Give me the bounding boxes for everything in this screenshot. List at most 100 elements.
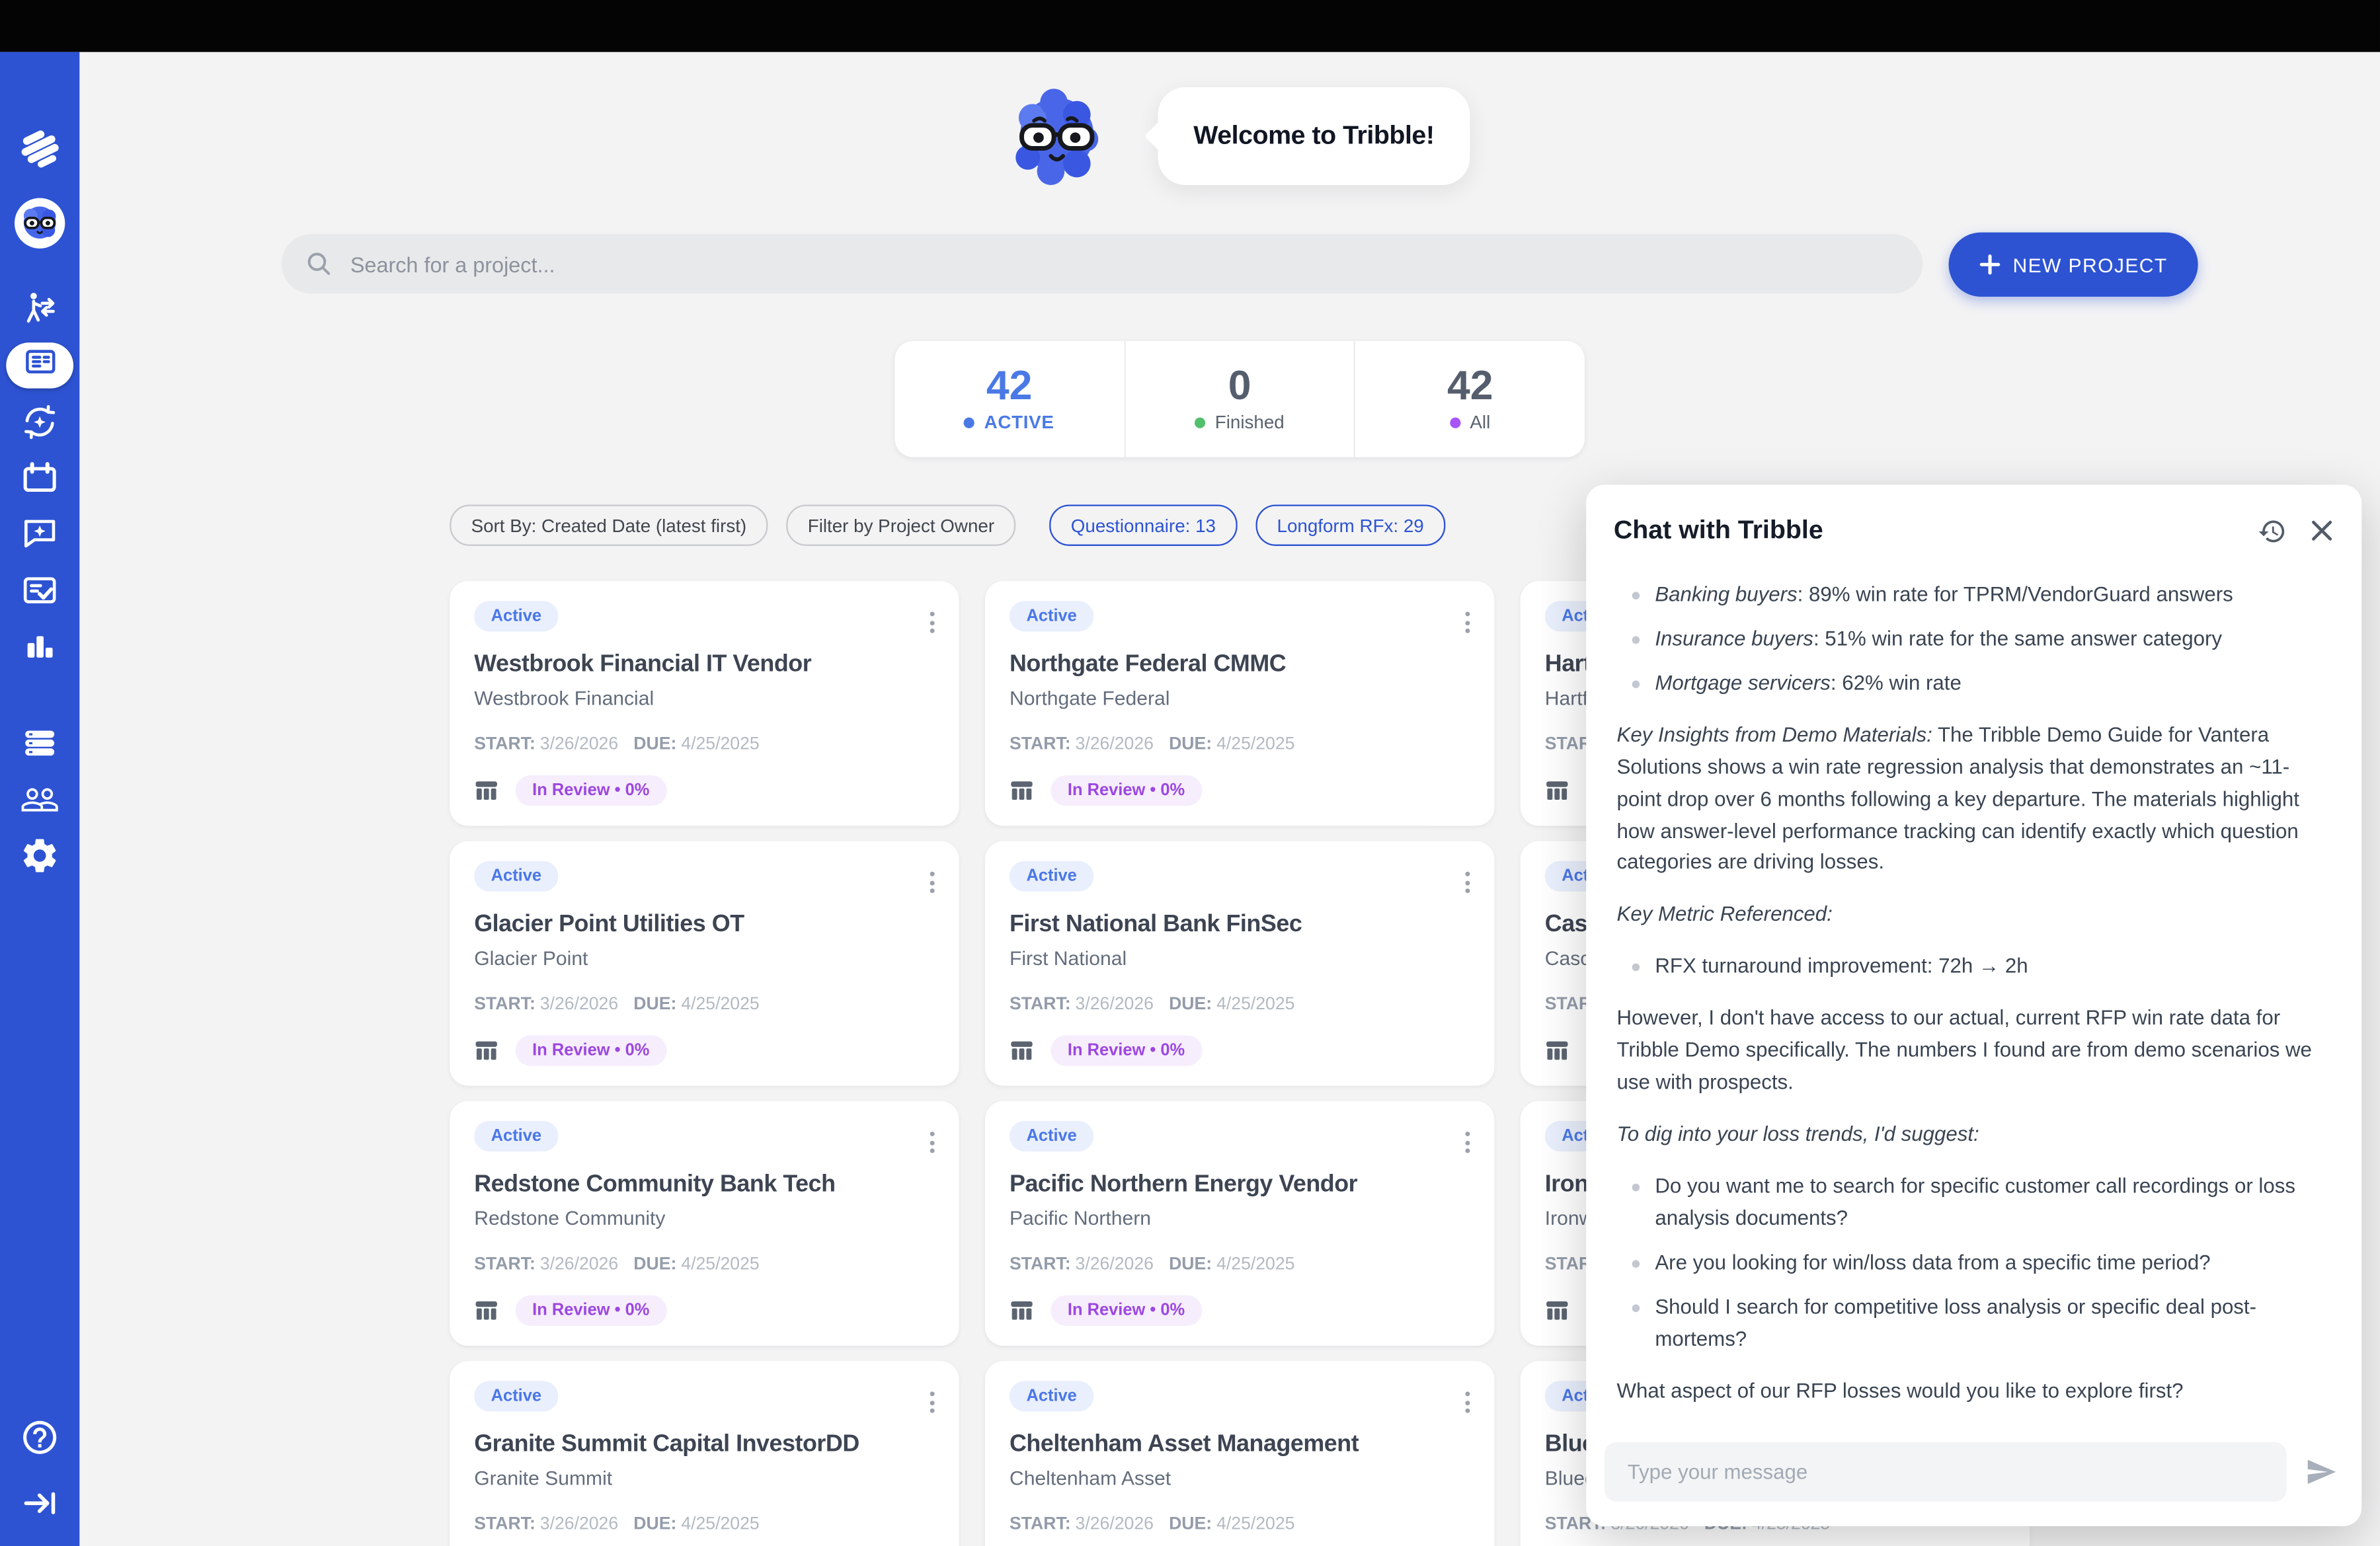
chat-bullet: Insurance buyers: 51% win rate for the s…: [1629, 624, 2331, 656]
sidebar-collapse[interactable]: [20, 1483, 60, 1523]
status-badge: Active: [1010, 1121, 1093, 1151]
chat-sparkle-icon: [20, 514, 60, 553]
project-card[interactable]: ActiveGranite Summit Capital InvestorDDG…: [450, 1361, 959, 1546]
filter-chips: Sort By: Created Date (latest first) Filt…: [450, 504, 1445, 545]
sidebar-item-help[interactable]: [20, 1418, 60, 1457]
project-title: Redstone Community Bank Tech: [474, 1171, 934, 1199]
sidebar-item-tasks[interactable]: [20, 570, 60, 610]
project-subtitle: Northgate Federal: [1010, 687, 1470, 710]
search-input[interactable]: [347, 250, 1923, 278]
stat-active[interactable]: 42ACTIVE: [894, 341, 1123, 457]
project-card[interactable]: ActiveGlacier Point Utilities OTGlacier …: [450, 841, 959, 1085]
status-badge: Active: [474, 601, 558, 631]
sync-sparkle-icon: [20, 402, 60, 442]
stats-card: 42ACTIVE0Finished42All: [894, 341, 1584, 457]
chat-body: Banking buyers: 89% win rate for TPRM/Ve…: [1586, 558, 2361, 1426]
history-icon[interactable]: [2258, 516, 2287, 545]
search-icon: [306, 251, 332, 276]
progress-badge: In Review • 0%: [516, 1295, 666, 1326]
send-icon[interactable]: [2305, 1456, 2338, 1488]
progress-badge: In Review • 0%: [1051, 1295, 1201, 1326]
kebab-menu-icon[interactable]: [1459, 866, 1476, 900]
sidebar-item-projects[interactable]: [6, 342, 73, 388]
database-icon: [20, 723, 60, 763]
filter-chip-1[interactable]: Filter by Project Owner: [786, 504, 1015, 545]
project-dates: START:3/26/2026DUE:4/25/2025: [474, 1516, 934, 1534]
status-badge: Active: [1010, 1381, 1093, 1411]
kebab-menu-icon[interactable]: [1459, 1385, 1476, 1419]
project-dates: START:3/26/2026DUE:4/25/2025: [474, 1255, 934, 1274]
project-subtitle: First National: [1010, 947, 1470, 970]
tribble-logo: [14, 122, 66, 174]
bar-chart-icon: [20, 625, 60, 665]
stat-dot: [965, 416, 975, 427]
status-badge: Active: [1010, 601, 1093, 631]
new-project-button[interactable]: NEW PROJECT: [1949, 233, 2198, 297]
kebab-menu-icon[interactable]: [924, 866, 940, 900]
stat-finished[interactable]: 0Finished: [1124, 341, 1355, 457]
project-card[interactable]: ActiveCheltenham Asset ManagementChelten…: [985, 1361, 1494, 1546]
chat-bullet: Do you want me to search for specific cu…: [1629, 1171, 2331, 1235]
table-icon: [1545, 1038, 1569, 1063]
sidebar-item-assistant[interactable]: [14, 197, 66, 249]
project-card[interactable]: ActivePacific Northern Energy VendorPaci…: [985, 1101, 1494, 1346]
sidebar-item-data[interactable]: [20, 723, 60, 763]
sidebar-item-sync[interactable]: [20, 402, 60, 442]
status-badge: Active: [474, 861, 558, 892]
kebab-menu-icon[interactable]: [924, 1385, 940, 1419]
project-title: Glacier Point Utilities OT: [474, 911, 934, 939]
stat-label: Finished: [1215, 411, 1285, 432]
project-card[interactable]: ActiveFirst National Bank FinSecFirst Na…: [985, 841, 1494, 1085]
kebab-menu-icon[interactable]: [924, 1126, 940, 1159]
project-card[interactable]: ActiveRedstone Community Bank TechRedsto…: [450, 1101, 959, 1346]
project-title: Westbrook Financial IT Vendor: [474, 652, 934, 679]
stat-all[interactable]: 42All: [1354, 341, 1585, 457]
table-icon: [1010, 1298, 1034, 1323]
chat-header: Chat with Tribble: [1586, 484, 2361, 558]
mascot-avatar: [14, 197, 66, 249]
project-dates: START:3/26/2026DUE:4/25/2025: [1010, 736, 1470, 754]
chat-paragraph: To dig into your loss trends, I'd sugges…: [1616, 1120, 2330, 1151]
filter-chip-2[interactable]: Questionnaire: 13: [1049, 504, 1237, 545]
filter-chip-0[interactable]: Sort By: Created Date (latest first): [450, 504, 768, 545]
kebab-menu-icon[interactable]: [1459, 1126, 1476, 1159]
chat-input-field: [1605, 1442, 2287, 1502]
checklist-icon: [20, 570, 60, 610]
sidebar-item-analytics[interactable]: [20, 625, 60, 665]
project-dates: START:3/26/2026DUE:4/25/2025: [1010, 1516, 1470, 1534]
plus-icon: [1979, 254, 2001, 275]
collapse-icon: [20, 1483, 60, 1523]
table-icon: [1010, 1038, 1034, 1063]
chat-paragraph: However, I don't have access to our actu…: [1616, 1003, 2330, 1099]
project-dates: START:3/26/2026DUE:4/25/2025: [1010, 1255, 1470, 1274]
project-title: Northgate Federal CMMC: [1010, 652, 1470, 679]
project-card[interactable]: Active Westbrook Financial IT Vendor Westb…: [450, 581, 959, 826]
project-dates: START:3/26/2026DUE:4/25/2025: [1010, 995, 1470, 1014]
stat-dot: [1195, 416, 1206, 427]
sidebar-item-chat[interactable]: [20, 514, 60, 553]
sidebar-item-calendar[interactable]: [20, 459, 60, 498]
sidebar-item-team[interactable]: [20, 780, 60, 820]
project-dates: START:3/26/2026DUE:4/25/2025: [474, 995, 934, 1014]
progress-badge: In Review • 0%: [516, 775, 666, 806]
status-badge: Active: [474, 1381, 558, 1411]
calendar-icon: [20, 459, 60, 498]
progress-badge: In Review • 0%: [1051, 775, 1201, 806]
project-subtitle: Pacific Northern: [1010, 1206, 1470, 1229]
project-card[interactable]: Active Northgate Federal CMMC Northgate Fe…: [985, 581, 1494, 826]
sidebar-item-settings[interactable]: [19, 835, 60, 876]
chat-message-input[interactable]: [1624, 1459, 2267, 1485]
table-icon: [474, 1038, 498, 1063]
kebab-menu-icon[interactable]: [1459, 605, 1476, 639]
chat-title: Chat with Tribble: [1614, 516, 2258, 546]
chat-bullet: Banking buyers: 89% win rate for TPRM/Ve…: [1629, 580, 2331, 611]
kebab-menu-icon[interactable]: [924, 605, 940, 639]
project-title: First National Bank FinSec: [1010, 911, 1470, 939]
sidebar-item-handoff[interactable]: [20, 289, 60, 329]
welcome-bubble: Welcome to Tribble!: [1158, 87, 1470, 185]
walk-transfer-icon: [20, 289, 60, 329]
close-icon[interactable]: [2310, 518, 2334, 543]
filter-chip-3[interactable]: Longform RFx: 29: [1255, 504, 1445, 545]
sidebar-item-home[interactable]: [14, 122, 66, 174]
project-subtitle: Westbrook Financial: [474, 687, 934, 710]
